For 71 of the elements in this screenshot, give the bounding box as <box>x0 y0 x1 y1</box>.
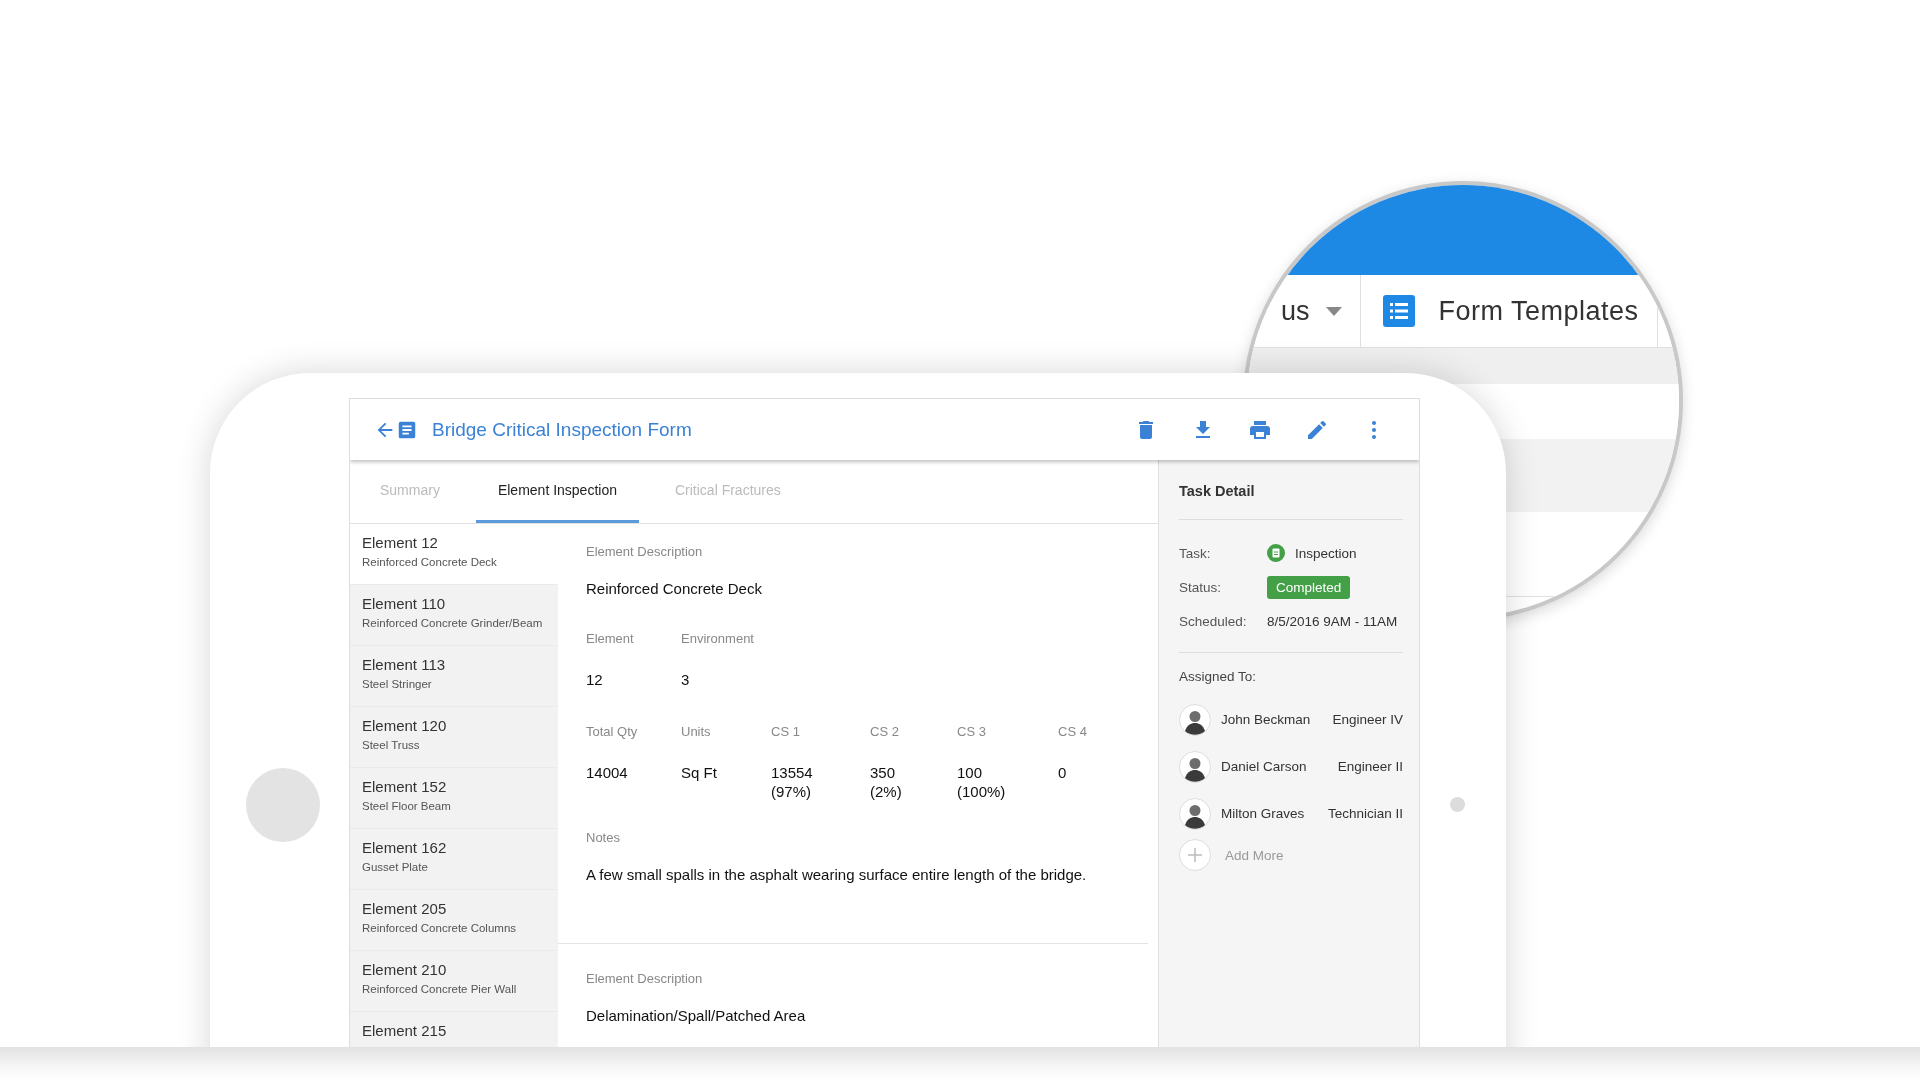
assigned-label: Assigned To: <box>1179 668 1258 686</box>
element-subtitle: Steel Floor Beam <box>362 800 452 812</box>
field-value: Delamination/Spall/Patched Area <box>586 1006 807 1024</box>
field-value: 13554 (97%) <box>771 762 814 802</box>
element-title: Element 210 <box>362 961 448 978</box>
menu-label[interactable]: us <box>1281 295 1310 327</box>
element-list-item[interactable]: Element 110 Reinforced Concrete Grinder/Beam <box>350 585 558 646</box>
element-subtitle: Reinforced Concrete Deck <box>362 556 498 568</box>
element-title: Element 113 <box>362 656 447 673</box>
assignee-name: Milton Graves <box>1221 806 1306 821</box>
detail-value: 8/5/2016 9AM - 11AM <box>1267 613 1398 629</box>
field-value: 14004 <box>586 762 629 783</box>
element-list-item[interactable]: Element 210 Reinforced Concrete Pier Wall <box>350 951 558 1012</box>
field-value: 12 <box>586 670 604 690</box>
notes-text: A few small spalls in the asphalt wearing surface entire length of the bridge. <box>586 865 1088 883</box>
element-title: Element 152 <box>362 778 448 795</box>
form-title: Bridge Critical Inspection Form <box>432 418 693 441</box>
element-list-item[interactable]: Element 205 Reinforced Concrete Columns <box>350 890 558 951</box>
field-label: CS 1 <box>771 723 801 739</box>
element-title: Element 110 <box>362 595 447 612</box>
avatar-icon <box>1179 750 1211 783</box>
status-badge: Completed <box>1267 575 1351 599</box>
field-label: CS 2 <box>870 723 900 739</box>
field-label: Environment <box>681 631 755 646</box>
element-subtitle: Reinforced Concrete Columns <box>362 922 518 934</box>
assignee-name: John Beckman <box>1221 712 1312 727</box>
element-title: Element 205 <box>362 900 448 917</box>
element-title: Element 12 <box>362 534 439 551</box>
element-list-item[interactable]: Element 120 Steel Truss <box>350 707 558 768</box>
field-value: 3 <box>681 670 691 690</box>
element-list-item[interactable]: Element 113 Steel Stringer <box>350 646 558 707</box>
field-label: CS 3 <box>957 723 987 739</box>
field-label: CS 4 <box>1058 723 1088 739</box>
element-list-item[interactable]: Element 162 Gusset Plate <box>350 829 558 890</box>
element-subtitle: Gusset Plate <box>362 861 429 873</box>
assignee-role: Technician II <box>1327 806 1403 821</box>
assignee-name: Daniel Carson <box>1221 759 1308 774</box>
field-value: 0 <box>1058 762 1068 783</box>
field-label: Total Qty <box>586 723 639 739</box>
element-subtitle: Reinforced Concrete Grinder/Beam <box>362 617 544 629</box>
element-subtitle: Steel Stringer <box>362 678 433 690</box>
element-subtitle: Steel Truss <box>362 739 421 751</box>
field-label: Notes <box>586 829 621 845</box>
field-label: Element <box>586 631 635 646</box>
field-label: Element Description <box>586 970 704 986</box>
field-label: Element Description <box>586 544 704 559</box>
detail-label: Task: <box>1179 545 1212 561</box>
assignee-role: Engineer IV <box>1332 712 1403 727</box>
avatar-icon <box>1179 703 1211 736</box>
element-list-item[interactable]: Element 12 Reinforced Concrete Deck <box>350 524 558 585</box>
element-title: Element 215 <box>362 1022 448 1039</box>
field-label: Units <box>681 723 712 739</box>
detail-label: Status: <box>1179 579 1223 595</box>
element-title: Element 120 <box>362 717 448 734</box>
element-title: Element 162 <box>362 839 448 856</box>
element-list-item[interactable]: Element 152 Steel Floor Beam <box>350 768 558 829</box>
menu-item[interactable]: Form Templates <box>1438 295 1639 327</box>
field-value: Sq Ft <box>681 762 718 783</box>
list-icon[interactable] <box>1382 295 1415 327</box>
assignee-role: Engineer II <box>1337 759 1403 774</box>
avatar-icon <box>1179 797 1211 830</box>
field-value: 350 (2%) <box>870 762 903 802</box>
detail-label: Scheduled: <box>1179 613 1248 629</box>
clipboard-icon <box>1267 544 1285 562</box>
dropdown-caret-icon[interactable] <box>1325 306 1342 316</box>
panel-title: Task Detail <box>1179 460 1403 520</box>
camera-dot <box>1450 797 1465 812</box>
field-value: Reinforced Concrete Deck <box>586 580 763 597</box>
task-name: Inspection <box>1295 545 1357 561</box>
field-value: 100 (100%) <box>957 762 1007 802</box>
element-subtitle: Reinforced Concrete Pier Wall <box>362 983 518 995</box>
